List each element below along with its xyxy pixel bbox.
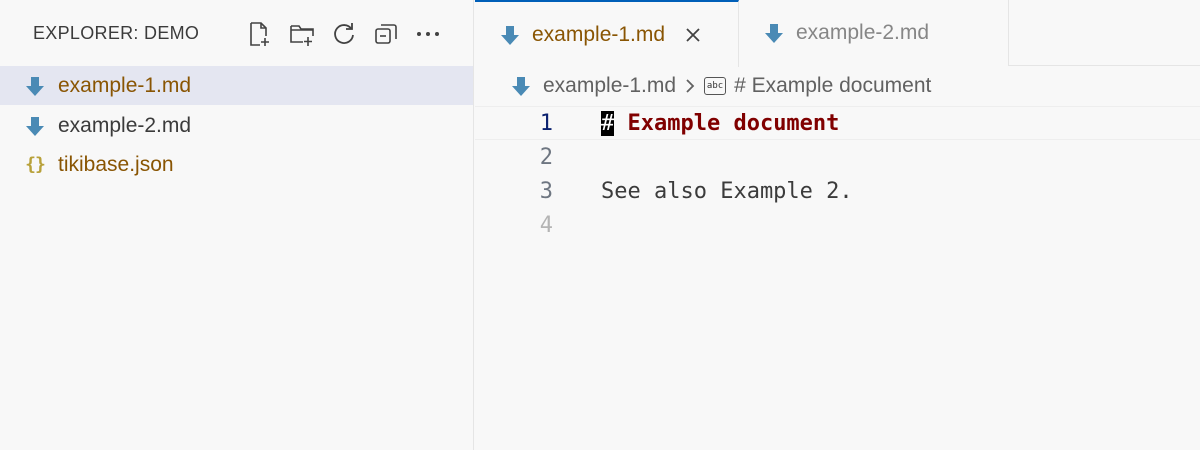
new-file-icon bbox=[250, 22, 269, 46]
new-file-button[interactable] bbox=[246, 18, 274, 50]
code-line: 1 # Example document bbox=[475, 106, 1200, 140]
cursor-hash: # bbox=[601, 110, 615, 136]
breadcrumb-symbol[interactable]: # Example document bbox=[734, 74, 931, 98]
line-content: # Example document bbox=[601, 110, 840, 136]
code-line: 2 bbox=[475, 140, 1200, 174]
file-item-example-1[interactable]: example-1.md bbox=[0, 66, 473, 105]
new-folder-button[interactable] bbox=[288, 18, 316, 50]
code-line: 4 bbox=[475, 208, 1200, 242]
explorer-sidebar: EXPLORER: DEMO example-1.md example-2.md… bbox=[0, 0, 474, 450]
markdown-icon bbox=[24, 75, 46, 97]
collapse-all-button[interactable] bbox=[372, 18, 400, 50]
markdown-icon bbox=[500, 24, 520, 46]
tab-example-2[interactable]: example-2.md bbox=[739, 0, 1009, 66]
file-item-tikibase-json[interactable]: {} tikibase.json bbox=[0, 145, 473, 184]
explorer-actions bbox=[246, 18, 456, 50]
tab-label: example-1.md bbox=[532, 22, 666, 46]
line-number: 3 bbox=[539, 178, 553, 204]
file-item-example-2[interactable]: example-2.md bbox=[0, 106, 473, 145]
more-actions-icon bbox=[417, 32, 439, 36]
heading-text: Example document bbox=[614, 110, 840, 136]
explorer-title: EXPLORER: DEMO bbox=[33, 22, 200, 43]
markdown-icon bbox=[24, 115, 46, 137]
refresh-button[interactable] bbox=[330, 18, 358, 50]
code-line: 3 See also Example 2. bbox=[475, 174, 1200, 208]
tab-label: example-2.md bbox=[796, 21, 930, 44]
line-number: 1 bbox=[539, 110, 553, 136]
explorer-header: EXPLORER: DEMO bbox=[0, 0, 473, 66]
refresh-icon bbox=[334, 23, 354, 44]
tab-close-button[interactable] bbox=[681, 23, 705, 47]
chevron-right-icon bbox=[684, 77, 696, 95]
json-icon: {} bbox=[25, 154, 46, 175]
line-number: 4 bbox=[539, 212, 553, 238]
string-symbol-icon: abc bbox=[704, 77, 727, 95]
line-number: 2 bbox=[539, 144, 553, 170]
file-label: example-1.md bbox=[58, 73, 192, 97]
collapse-all-icon bbox=[375, 24, 397, 44]
file-label: tikibase.json bbox=[58, 152, 174, 176]
editor-area: example-1.md example-2.md example-1.md a… bbox=[475, 0, 1200, 450]
new-folder-icon bbox=[290, 25, 314, 46]
markdown-icon bbox=[511, 75, 531, 97]
tab-example-1[interactable]: example-1.md bbox=[475, 0, 739, 67]
more-actions-button[interactable] bbox=[414, 18, 442, 50]
breadcrumb-file[interactable]: example-1.md bbox=[543, 74, 676, 98]
code-editor[interactable]: 1 # Example document 2 3 See also Exampl… bbox=[475, 106, 1200, 450]
tab-bar: example-1.md example-2.md bbox=[475, 0, 1200, 67]
file-label: example-2.md bbox=[58, 113, 192, 137]
line-content: See also Example 2. bbox=[601, 178, 853, 204]
markdown-icon bbox=[764, 22, 784, 44]
breadcrumb: example-1.md abc # Example document bbox=[475, 66, 1200, 106]
close-icon bbox=[686, 27, 700, 42]
